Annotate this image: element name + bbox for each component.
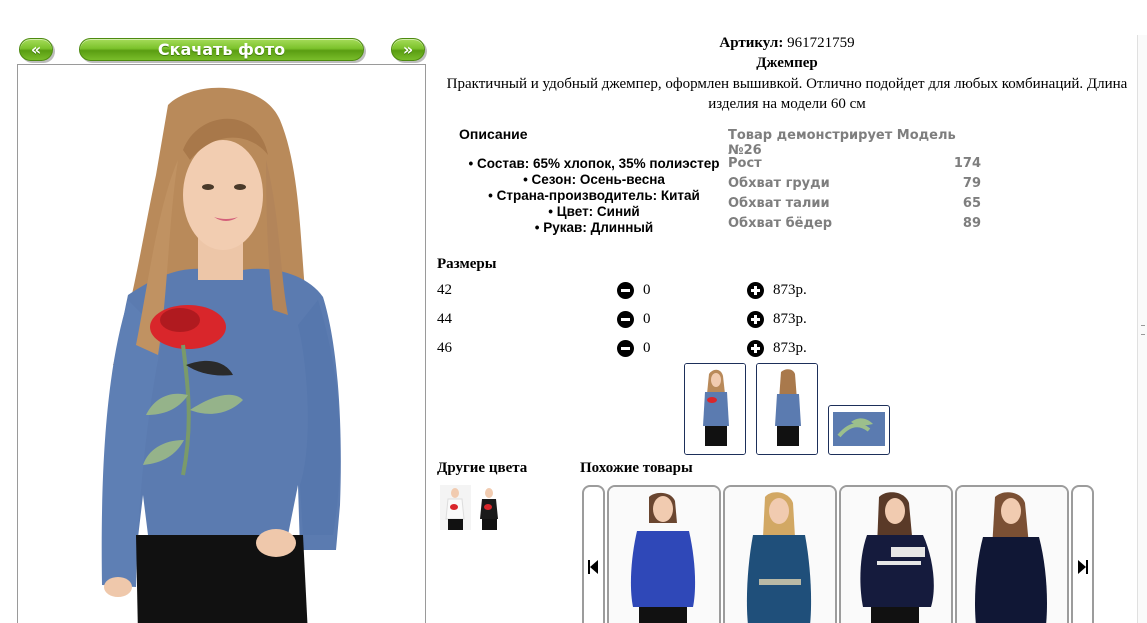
quantity-value: 0 [643, 340, 651, 356]
model-row-value: 79 [962, 175, 981, 191]
model-header: Товар демонстрирует Модель №26 [728, 128, 981, 158]
carousel-next-button[interactable] [1071, 485, 1094, 623]
color-variant-image [440, 485, 471, 530]
price-value: 873р. [773, 282, 807, 298]
model-row-value: 174 [953, 155, 981, 171]
carousel-prev-button[interactable] [582, 485, 605, 623]
page-scrollbar[interactable] [1137, 35, 1147, 623]
description-title: Описание [459, 126, 528, 142]
similar-products-title: Похожие товары [580, 460, 693, 476]
increase-quantity-icon[interactable] [747, 340, 764, 357]
skip-previous-icon [588, 560, 598, 574]
similar-product-card[interactable] [723, 485, 837, 623]
download-photo-button[interactable]: Скачать фото [79, 38, 364, 61]
model-row: Рост 174 [728, 153, 981, 173]
model-row-label: Обхват бёдер [728, 215, 833, 231]
size-row: 42 0 873р. [437, 280, 837, 300]
model-row-value: 65 [962, 195, 981, 211]
color-variant-image [474, 485, 505, 530]
price-value: 873р. [773, 311, 807, 327]
thumbnail-image [833, 412, 885, 446]
similar-product-image [725, 487, 835, 623]
sku-value: 961721759 [787, 35, 855, 51]
similar-product-card[interactable] [839, 485, 953, 623]
product-sku: Артикул: 961721759 [432, 35, 1142, 52]
description-list: Состав: 65% хлопок, 35% полиэстер Сезон:… [455, 156, 733, 236]
thumbnail-image [757, 364, 817, 454]
size-row: 44 0 873р. [437, 309, 837, 329]
model-photo-image [18, 65, 425, 623]
increase-quantity-icon[interactable] [747, 311, 764, 328]
thumbnail-image [685, 364, 745, 454]
sizes-title: Размеры [437, 256, 497, 272]
similar-product-image [957, 487, 1067, 623]
model-measurements: Товар демонстрирует Модель №26 Рост 174 О… [728, 128, 981, 233]
model-header-text: Товар демонстрирует Модель №26 [728, 128, 956, 158]
similar-product-card[interactable] [955, 485, 1069, 623]
price-value: 873р. [773, 340, 807, 356]
model-row-label: Обхват талии [728, 195, 830, 211]
main-product-photo [17, 64, 426, 623]
description-item: Страна-производитель: Китай [455, 188, 733, 204]
size-label: 46 [437, 340, 452, 356]
description-item: Состав: 65% хлопок, 35% полиэстер [455, 156, 733, 172]
size-row: 46 0 873р. [437, 338, 837, 358]
increase-quantity-icon[interactable] [747, 282, 764, 299]
model-row-label: Рост [728, 155, 762, 171]
description-item: Цвет: Синий [455, 204, 733, 220]
product-name: Джемпер [756, 55, 818, 71]
model-row: Обхват талии 65 [728, 193, 981, 213]
photo-thumbnail-back[interactable] [756, 363, 818, 455]
model-row: Обхват груди 79 [728, 173, 981, 193]
other-colors-title: Другие цвета [437, 460, 528, 476]
similar-product-image [841, 487, 951, 623]
next-photo-button[interactable]: » [391, 38, 425, 61]
similar-product-image [609, 487, 719, 623]
model-row-label: Обхват груди [728, 175, 830, 191]
skip-next-icon [1078, 560, 1088, 574]
quantity-value: 0 [643, 282, 651, 298]
size-label: 44 [437, 311, 452, 327]
quantity-value: 0 [643, 311, 651, 327]
color-variant-black[interactable] [474, 485, 505, 530]
size-label: 42 [437, 282, 452, 298]
description-item: Сезон: Осень-весна [455, 172, 733, 188]
model-row: Обхват бёдер 89 [728, 213, 981, 233]
scrollbar-grip[interactable] [1141, 325, 1145, 335]
photo-thumbnail-detail[interactable] [828, 405, 890, 455]
similar-product-card[interactable] [607, 485, 721, 623]
decrease-quantity-icon[interactable] [617, 340, 634, 357]
previous-photo-button[interactable]: « [19, 38, 53, 61]
model-row-value: 89 [962, 215, 981, 231]
product-description: Практичный и удобный джемпер, оформлен в… [446, 76, 1128, 112]
color-variant-white[interactable] [440, 485, 471, 530]
decrease-quantity-icon[interactable] [617, 282, 634, 299]
photo-thumbnail-front[interactable] [684, 363, 746, 455]
decrease-quantity-icon[interactable] [617, 311, 634, 328]
description-item: Рукав: Длинный [455, 220, 733, 236]
sku-label: Артикул: [719, 35, 784, 51]
